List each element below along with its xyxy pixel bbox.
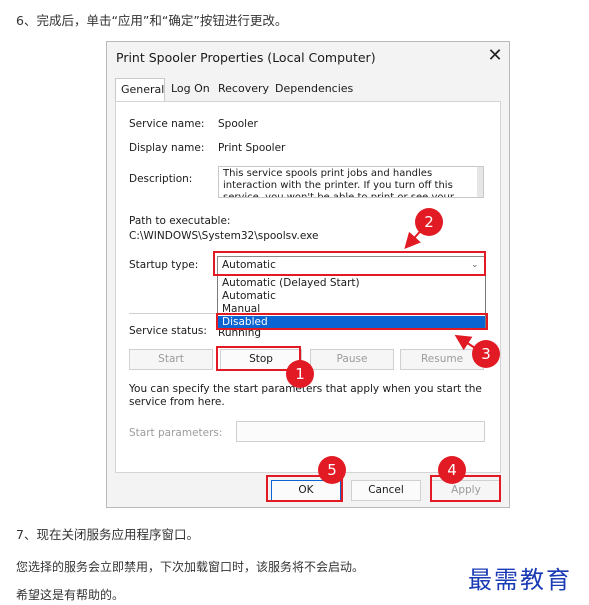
callout-badge-2: 2	[415, 208, 443, 236]
arrow-3	[454, 334, 476, 351]
callout-arrows	[404, 225, 476, 351]
callout-badge-3: 3	[472, 340, 500, 368]
callout-badge-4: 4	[438, 456, 466, 484]
callout-badge-1: 1	[286, 360, 314, 388]
callout-badge-5: 5	[318, 456, 346, 484]
